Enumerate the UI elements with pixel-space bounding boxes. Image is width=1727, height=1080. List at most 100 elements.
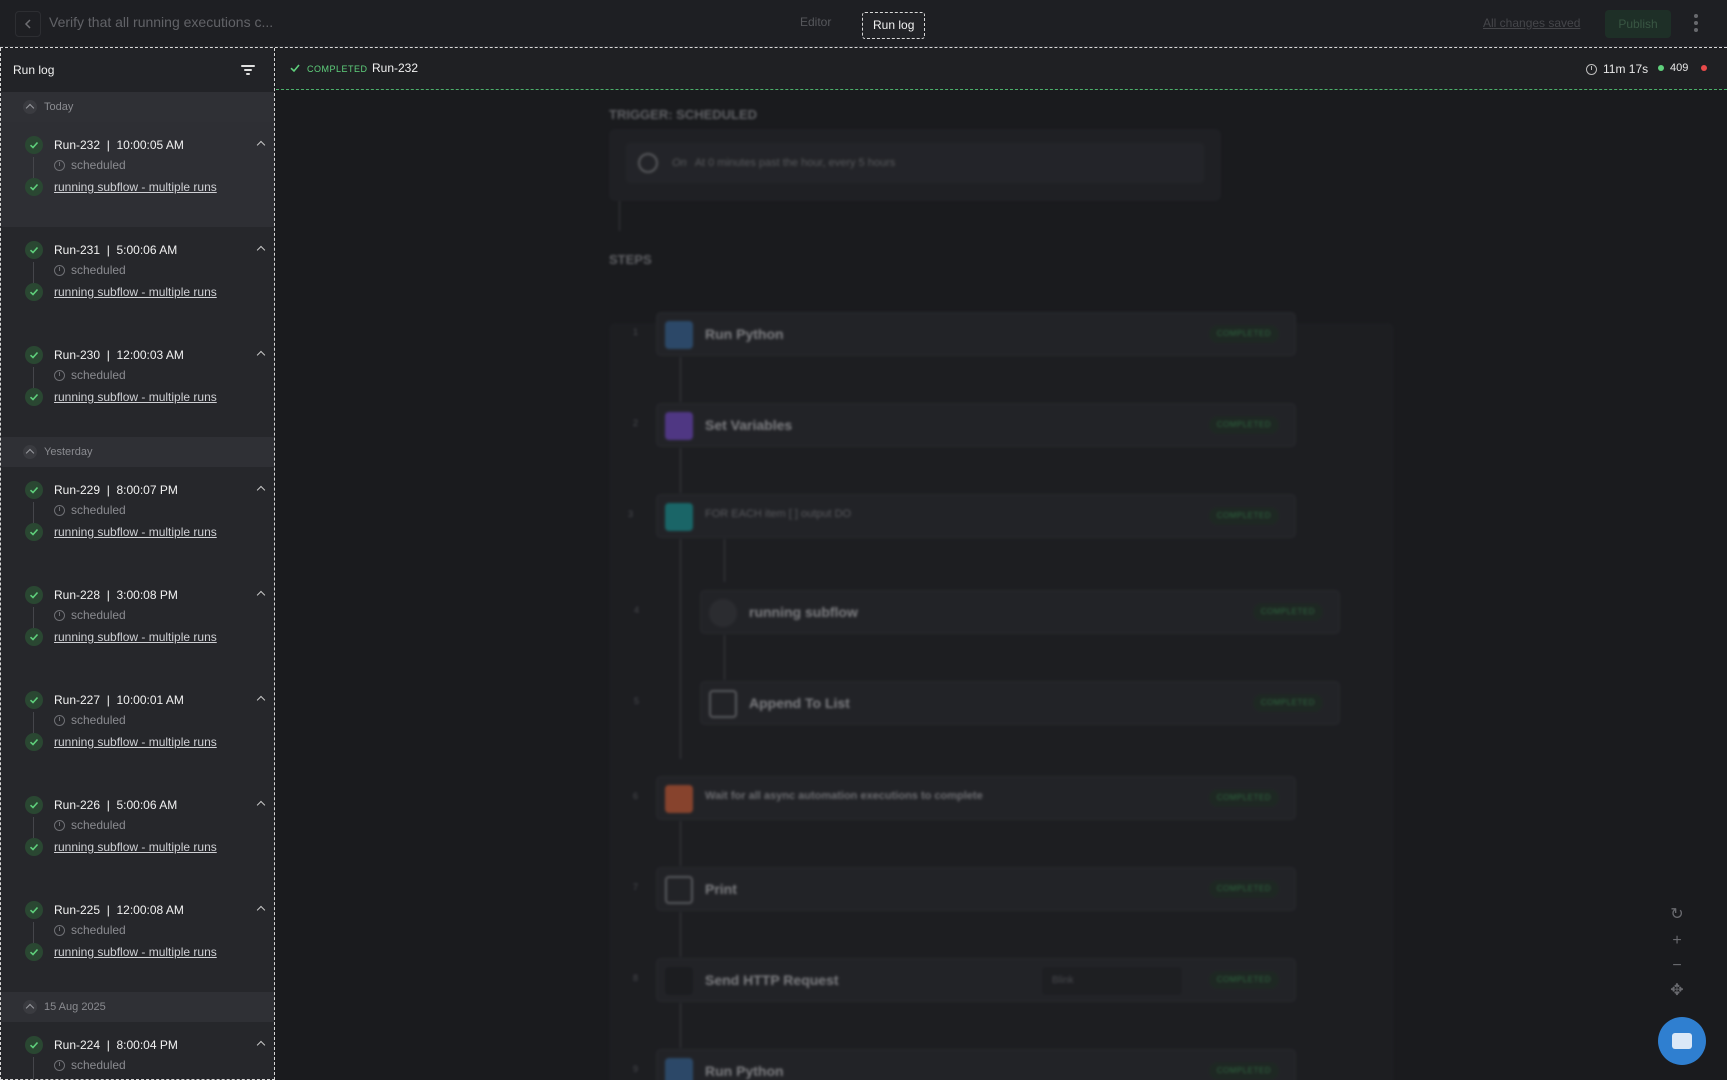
run-trigger: scheduled <box>54 818 126 832</box>
run-item[interactable]: Run-224 | 8:00:04 PM scheduled <box>1 1022 274 1079</box>
subflow-link[interactable]: running subflow - multiple runs <box>54 735 217 749</box>
timeline-line <box>33 367 34 389</box>
plus-icon[interactable]: + <box>1670 933 1684 949</box>
tab-run-log[interactable]: Run log <box>862 12 926 39</box>
run-item[interactable]: Run-229 | 8:00:07 PM scheduled running s… <box>1 467 274 572</box>
check-icon <box>25 136 43 154</box>
run-item[interactable]: Run-230 | 12:00:03 AM scheduled running … <box>1 332 274 437</box>
subflow-link[interactable]: running subflow - multiple runs <box>54 630 217 644</box>
run-item[interactable]: Run-232 | 10:00:05 AM scheduled running … <box>1 122 274 227</box>
refresh-icon[interactable]: ↻ <box>1670 907 1684 923</box>
clock-icon <box>1586 63 1597 75</box>
step-name: FOR EACH item [ ] output DO <box>705 508 852 520</box>
trigger-text: scheduled <box>71 368 126 382</box>
sidebar-title: Run log <box>13 63 55 77</box>
publish-button[interactable]: Publish <box>1605 10 1671 38</box>
collapse-chevron-icon[interactable] <box>256 800 266 810</box>
flow-canvas[interactable]: TRIGGER: SCHEDULED On At 0 minutes past … <box>276 91 1727 1080</box>
check-icon <box>25 346 43 364</box>
subflow-link[interactable]: running subflow - multiple runs <box>54 285 217 299</box>
success-count: 409 <box>1658 62 1688 74</box>
group-15-aug-2025[interactable]: 15 Aug 2025 <box>1 992 274 1022</box>
step-number: 7 <box>633 882 639 892</box>
step-name: Send HTTP Request <box>705 972 839 988</box>
check-icon <box>25 691 43 709</box>
collapse-chevron-icon[interactable] <box>256 485 266 495</box>
collapse-chevron-icon[interactable] <box>256 140 266 150</box>
check-icon <box>25 838 43 856</box>
run-id: Run-224 <box>54 1038 101 1052</box>
run-item[interactable]: Run-231 | 5:00:06 AM scheduled running s… <box>1 227 274 332</box>
run-header: Run-225 | 12:00:08 AM <box>54 903 184 917</box>
subflow-icon <box>709 599 737 627</box>
step-number: 1 <box>633 327 639 337</box>
step-card[interactable]: Set Variables COMPLETED <box>656 403 1296 447</box>
timeline-line <box>33 712 34 734</box>
steps-heading: STEPS <box>609 252 652 267</box>
collapse-chevron-icon[interactable] <box>256 590 266 600</box>
trigger-card[interactable]: On At 0 minutes past the hour, every 5 h… <box>609 129 1221 201</box>
collapse-chevron-icon[interactable] <box>256 695 266 705</box>
collapse-chevron-icon[interactable] <box>256 245 266 255</box>
step-card[interactable]: Append To List COMPLETED <box>700 681 1340 725</box>
run-item[interactable]: Run-225 | 12:00:08 AM scheduled running … <box>1 887 274 992</box>
minus-icon[interactable]: − <box>1670 958 1684 974</box>
trigger-text: scheduled <box>71 1058 126 1072</box>
timeline-line <box>33 157 34 179</box>
run-item[interactable]: Run-227 | 10:00:01 AM scheduled running … <box>1 677 274 782</box>
subflow-link[interactable]: running subflow - multiple runs <box>54 945 217 959</box>
python-icon <box>665 321 693 349</box>
count-text: 409 <box>1670 62 1689 74</box>
trigger-heading: TRIGGER: SCHEDULED <box>609 107 758 122</box>
run-id: Run-227 <box>54 693 101 707</box>
tab-editor[interactable]: Editor <box>800 15 831 29</box>
chevron-left-icon <box>24 19 31 29</box>
collapse-chevron-icon[interactable] <box>256 1040 266 1050</box>
collapse-chevron-icon[interactable] <box>256 905 266 915</box>
group-today[interactable]: Today <box>1 92 274 122</box>
subflow-link[interactable]: running subflow - multiple runs <box>54 525 217 539</box>
move-icon[interactable]: ✥ <box>1670 983 1684 999</box>
run-id: Run-225 <box>54 903 101 917</box>
connector <box>680 912 681 957</box>
step-card[interactable]: FOR EACH item [ ] output DO COMPLETED <box>656 494 1296 538</box>
save-status[interactable]: All changes saved <box>1483 16 1580 30</box>
timeline-line <box>33 922 34 944</box>
trigger-schedule-text: At 0 minutes past the hour, every 5 hour… <box>694 157 896 169</box>
run-item[interactable]: Run-226 | 5:00:06 AM scheduled running s… <box>1 782 274 887</box>
step-card[interactable]: Wait for all async automation executions… <box>656 776 1296 820</box>
run-id: Run-231 <box>54 243 101 257</box>
group-yesterday[interactable]: Yesterday <box>1 437 274 467</box>
back-button[interactable] <box>15 11 41 37</box>
chat-button[interactable] <box>1658 1017 1706 1065</box>
collapse-chevron-icon[interactable] <box>256 350 266 360</box>
run-status-bar: COMPLETED Run-232 11m 17s 409 <box>276 48 1727 90</box>
status-badge: COMPLETED <box>1208 416 1279 434</box>
run-id: Run-226 <box>54 798 101 812</box>
step-number: 6 <box>633 791 639 801</box>
chevron-up-icon <box>23 100 37 114</box>
step-card[interactable]: Run Python COMPLETED <box>656 1049 1296 1080</box>
step-card[interactable]: running subflow COMPLETED <box>700 590 1340 634</box>
trigger-text: scheduled <box>71 818 126 832</box>
red-dot-icon <box>1701 65 1707 71</box>
run-item[interactable]: Run-228 | 3:00:08 PM scheduled running s… <box>1 572 274 677</box>
run-header: Run-232 | 10:00:05 AM <box>54 138 184 152</box>
clock-icon <box>638 153 658 173</box>
workflow-title[interactable]: Verify that all running executions c... <box>49 14 273 30</box>
run-duration: 11m 17s <box>1586 62 1648 76</box>
subflow-link[interactable]: running subflow - multiple runs <box>54 180 217 194</box>
step-card[interactable]: Print COMPLETED <box>656 867 1296 911</box>
more-menu-icon[interactable] <box>1690 12 1702 36</box>
trigger-text: scheduled <box>71 923 126 937</box>
filter-icon[interactable] <box>241 64 255 76</box>
run-time: 12:00:03 AM <box>116 348 184 362</box>
step-card[interactable]: Run Python COMPLETED <box>656 312 1296 356</box>
step-card[interactable]: Send HTTP Request Blink COMPLETED <box>656 958 1296 1002</box>
run-time: 8:00:07 PM <box>116 483 178 497</box>
subflow-link[interactable]: running subflow - multiple runs <box>54 840 217 854</box>
clock-icon <box>54 714 65 726</box>
step-name: Wait for all async automation executions… <box>705 790 983 802</box>
subflow-link[interactable]: running subflow - multiple runs <box>54 390 217 404</box>
check-icon <box>290 64 300 73</box>
